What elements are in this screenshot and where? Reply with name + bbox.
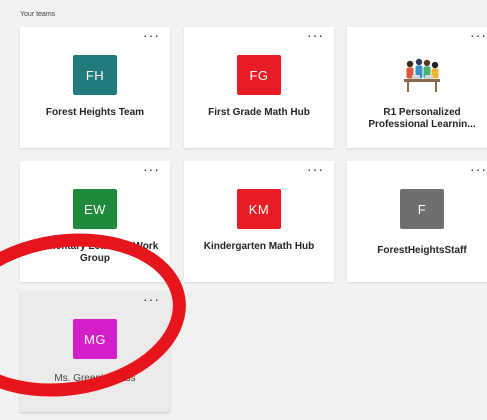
team-card-elementary-learning-work-group[interactable]: ··· EW Elementary Learning Work Group [20, 161, 170, 282]
team-card-first-grade-math-hub[interactable]: ··· FG First Grade Math Hub [184, 27, 334, 148]
team-avatar: EW [73, 189, 117, 229]
team-name: First Grade Math Hub [208, 107, 310, 118]
team-name: Elementary Learning Work Group [31, 241, 159, 264]
team-name: R1 Personalized Professional Learnin... [368, 107, 476, 130]
more-options-icon[interactable]: ··· [143, 28, 160, 42]
team-card-forest-heights-team[interactable]: ··· FH Forest Heights Team [20, 27, 170, 148]
more-options-icon[interactable]: ··· [143, 162, 160, 176]
team-avatar: F [400, 189, 444, 229]
team-avatar: KM [237, 189, 281, 229]
more-options-icon[interactable]: ··· [143, 292, 160, 306]
team-name: Ms. Green's Class [54, 373, 136, 384]
team-avatar: MG [73, 319, 117, 359]
more-options-icon[interactable]: ··· [470, 162, 487, 176]
team-card-kindergarten-math-hub[interactable]: ··· KM Kindergarten Math Hub [184, 161, 334, 282]
teams-grid: ··· FH Forest Heights Team ··· FG First … [20, 27, 487, 417]
team-card-r1-personalized[interactable]: ··· R1 Personalized Professional Learnin… [347, 27, 487, 148]
team-name: Kindergarten Math Hub [203, 241, 315, 252]
team-avatar: FG [237, 55, 281, 95]
people-meeting-icon [400, 55, 444, 95]
team-card-forestheightsstaff[interactable]: ··· F ForestHeightsStaff [347, 161, 487, 282]
team-name: ForestHeightsStaff [377, 245, 467, 256]
team-avatar: FH [73, 55, 117, 95]
team-card-ms-greens-class[interactable]: ··· MG Ms. Green's Class [20, 291, 170, 412]
section-title: Your teams [20, 11, 56, 18]
team-name: Forest Heights Team [45, 107, 145, 118]
more-options-icon[interactable]: ··· [470, 28, 487, 42]
more-options-icon[interactable]: ··· [307, 162, 324, 176]
more-options-icon[interactable]: ··· [307, 28, 324, 42]
